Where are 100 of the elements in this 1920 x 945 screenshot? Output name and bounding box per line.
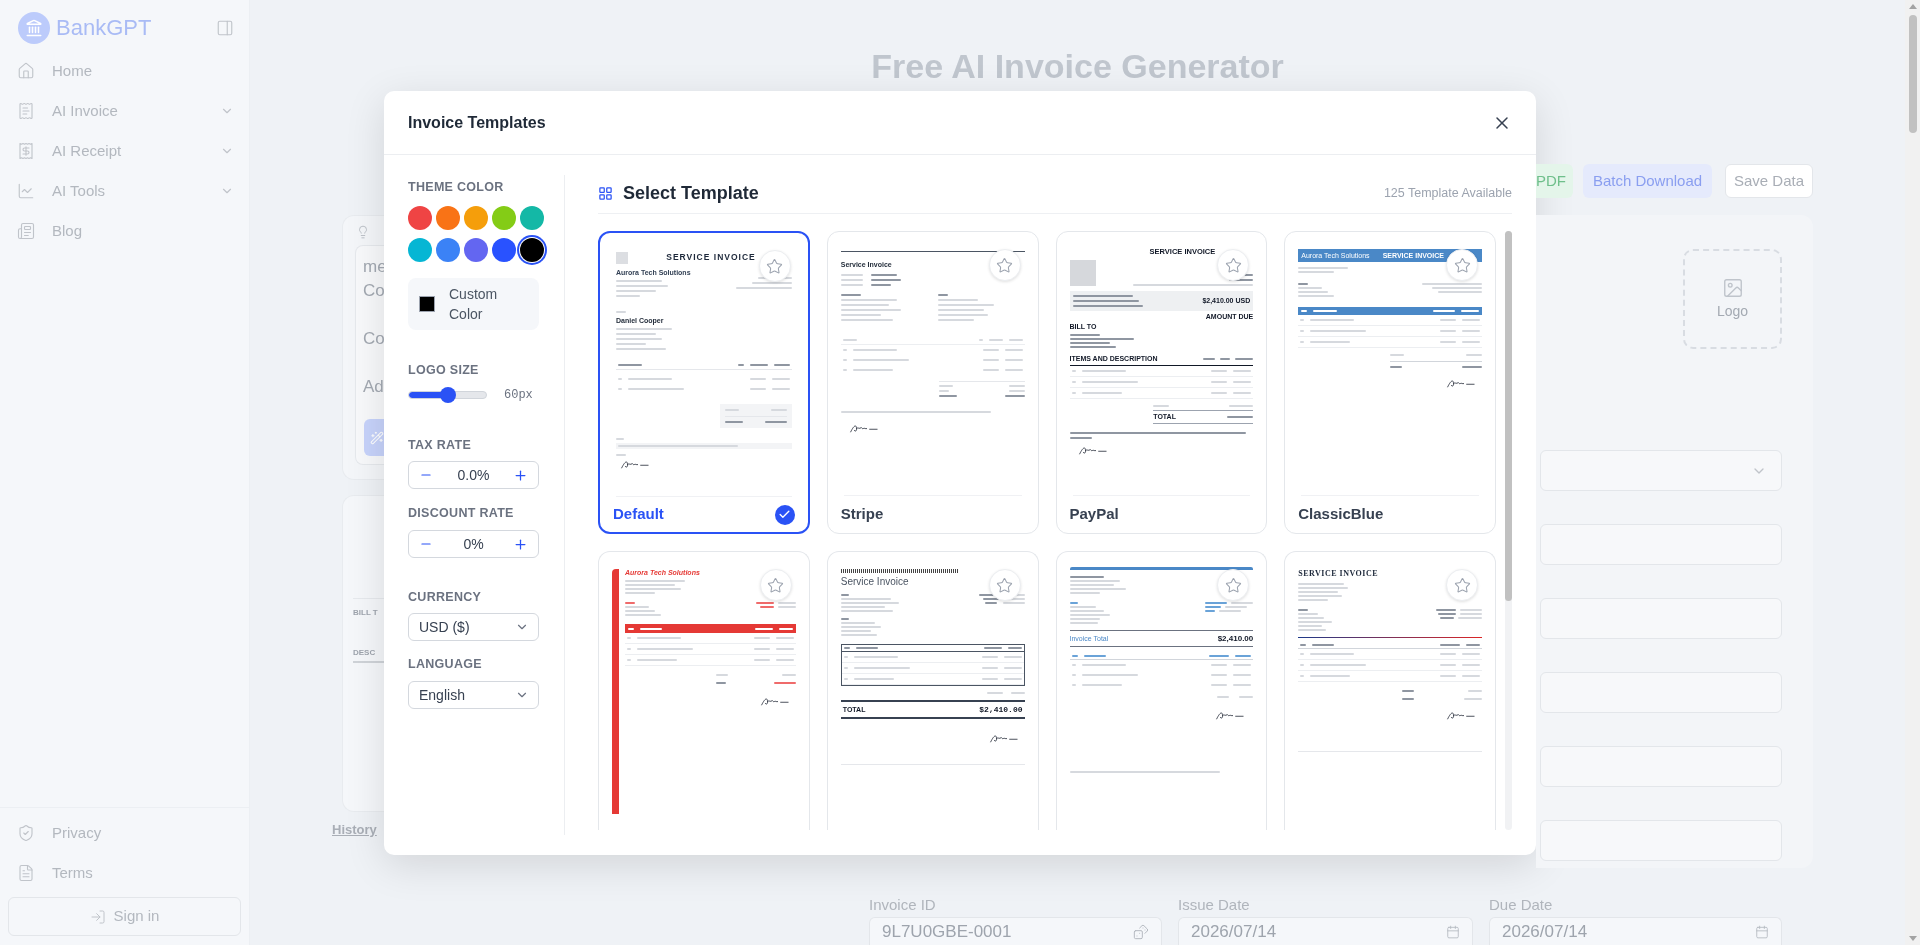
color-swatch[interactable] — [520, 206, 544, 230]
field-label: Invoice ID — [869, 895, 937, 915]
signature-drawing — [1446, 378, 1476, 389]
sign-in-icon — [89, 908, 106, 925]
template-count: 125 Template Available — [1383, 185, 1512, 202]
color-swatch[interactable] — [492, 206, 516, 230]
page-scrollbar[interactable] — [1905, 0, 1920, 945]
signature-drawing — [1077, 445, 1108, 456]
sign-in-button[interactable]: Sign in — [8, 897, 241, 936]
calendar-icon[interactable] — [1755, 924, 1769, 939]
plus-icon — [513, 536, 529, 552]
action-button[interactable]: PDF — [1536, 164, 1573, 198]
discount-rate-stepper[interactable]: 0% — [408, 530, 539, 558]
star-icon — [996, 576, 1013, 594]
template-name: PayPal — [1069, 504, 1119, 525]
house-icon — [17, 62, 35, 80]
input-field[interactable]: 2026/07/14 — [1489, 917, 1782, 945]
slider-thumb[interactable] — [439, 387, 456, 403]
template-name: Default — [613, 504, 664, 525]
template-card[interactable]: SERVICE INVOICE — [1284, 551, 1496, 830]
input-field[interactable]: 2026/07/14 — [1178, 917, 1473, 945]
total-amount: $2,410.00 — [979, 705, 1023, 714]
receipt-icon — [17, 142, 35, 160]
color-swatch[interactable] — [520, 238, 544, 262]
color-swatch[interactable] — [464, 206, 488, 230]
scrollbar-thumb[interactable] — [1908, 15, 1917, 133]
scroll-up-arrow-icon[interactable] — [1908, 4, 1917, 9]
image-icon — [1721, 276, 1744, 299]
setting-label: TAX RATE — [408, 438, 472, 453]
template-name: Stripe — [840, 504, 884, 525]
prompt-text: Co — [363, 280, 384, 302]
brand-name: BankGPT — [56, 14, 152, 42]
section-label: BILL T — [353, 608, 378, 618]
star-icon — [1453, 256, 1471, 274]
color-swatch[interactable] — [464, 238, 488, 262]
preview-title: SERVICE INVOICE — [666, 252, 756, 262]
color-swatch[interactable] — [408, 238, 432, 262]
logo-size-slider[interactable] — [408, 387, 487, 403]
field-label: Issue Date — [1178, 895, 1251, 915]
bank-logo-icon — [18, 12, 50, 44]
template-scrollbar[interactable] — [1505, 231, 1512, 830]
nav-item[interactable]: Home — [0, 51, 249, 91]
color-swatch[interactable] — [436, 238, 460, 262]
nav-item[interactable]: AI Receipt — [0, 131, 249, 171]
star-icon — [996, 256, 1013, 274]
signature-drawing — [848, 423, 879, 434]
wand-button[interactable] — [364, 419, 384, 456]
sidebar-toggle-icon[interactable] — [216, 19, 234, 37]
check-icon — [774, 504, 795, 525]
section-title: Select Template — [623, 181, 759, 205]
color-swatch[interactable] — [492, 238, 516, 262]
shield-icon — [17, 824, 35, 842]
document-icon — [17, 864, 35, 882]
currency-select[interactable]: USD ($) — [408, 613, 539, 641]
signature-drawing — [759, 696, 790, 707]
nav-item[interactable]: Blog — [0, 211, 249, 251]
setting-label: CURRENCY — [408, 590, 482, 605]
increment-button[interactable] — [513, 467, 529, 483]
star-icon — [767, 576, 785, 594]
star-icon — [1453, 576, 1471, 594]
invoice-total-amount: $2,410.00 — [1217, 634, 1254, 643]
language-select[interactable]: English — [408, 681, 539, 709]
scrollbar-thumb[interactable] — [1505, 231, 1512, 601]
star-icon — [766, 257, 784, 275]
signature-drawing — [620, 459, 650, 470]
receipt-icon — [17, 102, 35, 120]
signature-drawing — [988, 733, 1019, 744]
history-link[interactable]: History — [332, 822, 377, 838]
setting-label: THEME COLOR — [408, 180, 504, 195]
scroll-down-arrow-icon[interactable] — [1908, 936, 1917, 941]
field-label: Due Date — [1489, 895, 1554, 915]
template-name: ClassicBlue — [1298, 504, 1384, 525]
custom-color-button[interactable]: Custom Color — [408, 278, 539, 330]
signature-drawing — [1446, 710, 1476, 721]
setting-label: DISCOUNT RATE — [408, 506, 514, 521]
preview-title: SERVICE INVOICE — [1298, 569, 1378, 579]
newspaper-icon — [17, 222, 35, 240]
dice-icon[interactable] — [1133, 923, 1149, 940]
nav-item[interactable]: AI Tools — [0, 171, 249, 211]
nav-item[interactable]: AI Invoice — [0, 91, 249, 131]
input-field[interactable]: 9L7U0GBE-0001 — [869, 917, 1162, 945]
select-field[interactable] — [1540, 450, 1782, 491]
star-icon — [1224, 256, 1242, 274]
action-button[interactable]: Batch Download — [1583, 164, 1712, 198]
calendar-icon[interactable] — [1446, 924, 1460, 939]
prompt-text: Co — [363, 328, 384, 350]
dialog-title: Invoice Templates — [408, 112, 546, 133]
grid-icon — [598, 185, 613, 201]
nav-item[interactable]: Terms — [0, 853, 249, 893]
rate-value: 0.0% — [457, 465, 490, 485]
tax-rate-stepper[interactable]: 0.0% — [408, 461, 539, 489]
logo-upload[interactable]: Logo — [1683, 249, 1782, 349]
prompt-text: Ad — [363, 376, 384, 398]
logo-size-value: 60px — [504, 387, 533, 404]
nav-item[interactable]: Privacy — [0, 813, 249, 853]
increment-button[interactable] — [513, 536, 529, 552]
color-swatch[interactable] — [408, 206, 432, 230]
signature-drawing — [1215, 710, 1246, 721]
color-swatch[interactable] — [436, 206, 460, 230]
action-button[interactable]: Save Data — [1725, 164, 1813, 198]
